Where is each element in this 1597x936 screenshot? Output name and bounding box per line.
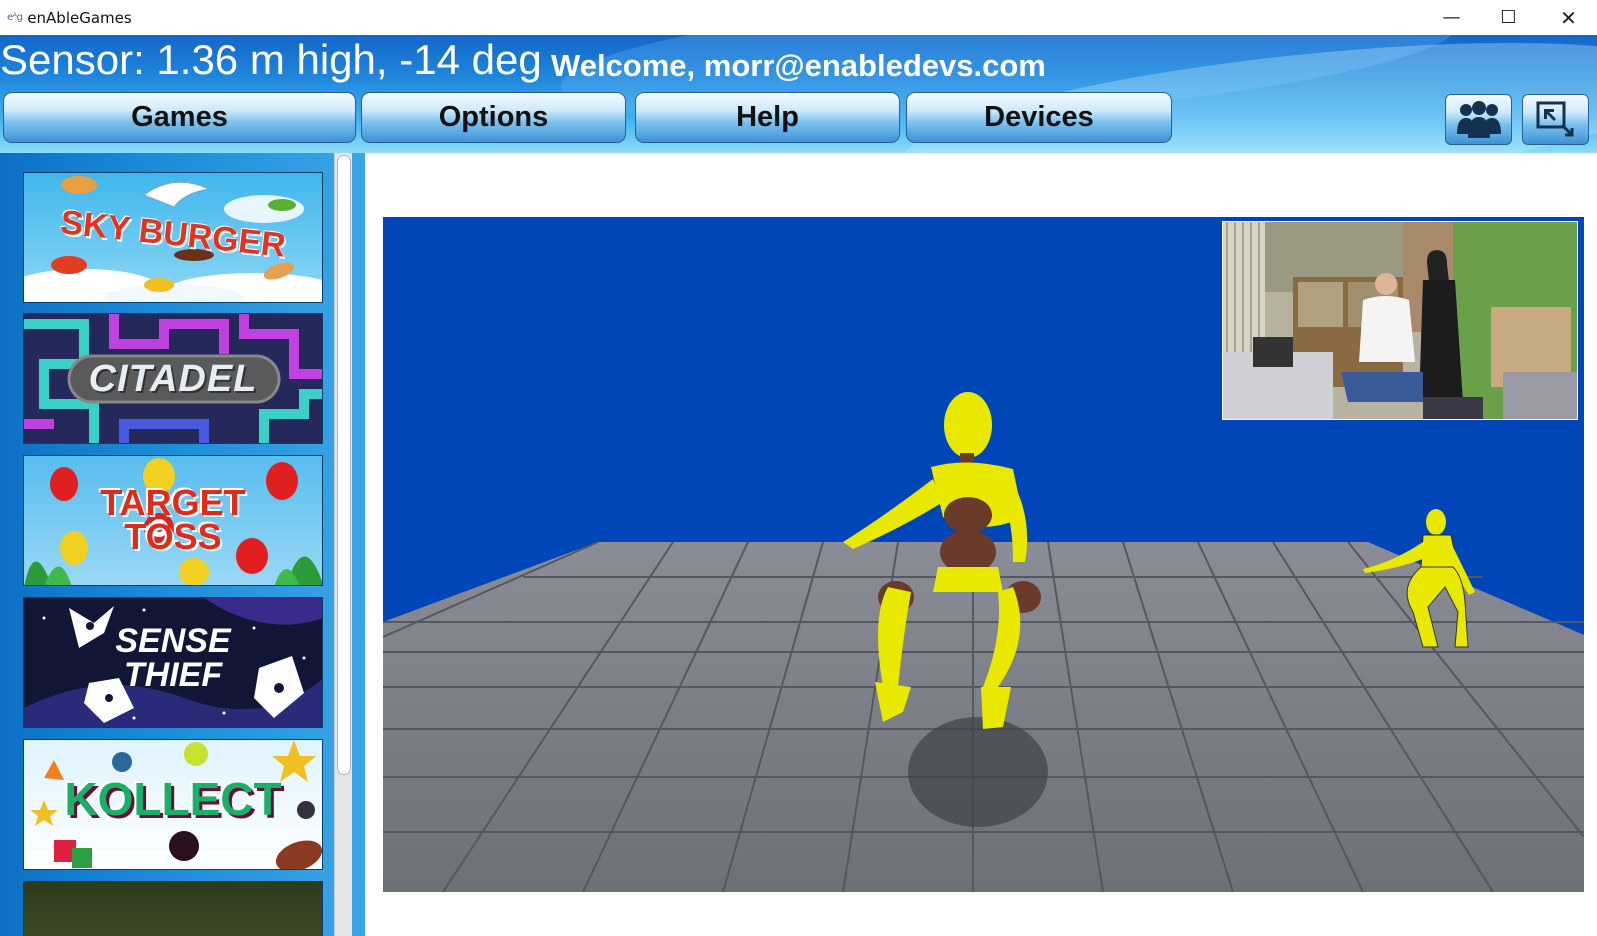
game-title: SENSE THIEF [115, 622, 231, 694]
users-icon [1456, 100, 1501, 138]
game-title: CITADEL [88, 358, 258, 400]
app-logo-icon: eᴬg [7, 12, 23, 23]
help-button[interactable]: Help [635, 92, 900, 143]
sensor-status: Sensor: 1.36 m high, -14 deg [0, 36, 542, 83]
close-icon: ✕ [1560, 5, 1577, 30]
scrollbar-thumb[interactable] [337, 155, 351, 775]
game-title: TARGET TOSS [100, 482, 246, 557]
options-button[interactable]: Options [361, 92, 626, 143]
users-button[interactable] [1445, 94, 1512, 145]
exit-fullscreen-icon [1536, 101, 1573, 136]
exit-fullscreen-button[interactable] [1522, 94, 1589, 145]
window-title: enAbleGames [27, 8, 132, 27]
game-tile-sky-burger[interactable]: SKY BURGER [23, 172, 323, 303]
game-title: KOLLECT [64, 773, 282, 825]
sidebar-scrollbar[interactable] [334, 153, 352, 936]
game-tile-partial[interactable] [23, 881, 323, 936]
game-tile-sense-thief[interactable]: SENSE THIEF [23, 597, 323, 728]
maximize-button[interactable]: ☐ [1480, 0, 1537, 35]
games-button[interactable]: Games [3, 92, 356, 143]
games-sidebar: SKY BURGER CITADEL TARGET TOSS SENSE THI… [0, 153, 365, 936]
maximize-icon: ☐ [1500, 7, 1517, 28]
welcome-message: Welcome, morr@enabledevs.com [551, 48, 1046, 83]
game-tile-target-toss[interactable]: TARGET TOSS [23, 455, 323, 586]
minimize-button[interactable]: — [1423, 0, 1480, 35]
close-button[interactable]: ✕ [1540, 0, 1597, 35]
camera-feed [1222, 221, 1578, 420]
minimize-icon: — [1442, 7, 1461, 28]
game-tile-citadel[interactable]: CITADEL [23, 313, 323, 444]
title-bar: eᴬg enAbleGames — ☐ ✕ [0, 0, 1597, 35]
game-tile-kollect[interactable]: KOLLECT [23, 739, 323, 870]
header: Sensor: 1.36 m high, -14 deg Welcome, mo… [0, 35, 1597, 153]
camera-feed-image [1223, 222, 1577, 419]
devices-button[interactable]: Devices [906, 92, 1172, 143]
